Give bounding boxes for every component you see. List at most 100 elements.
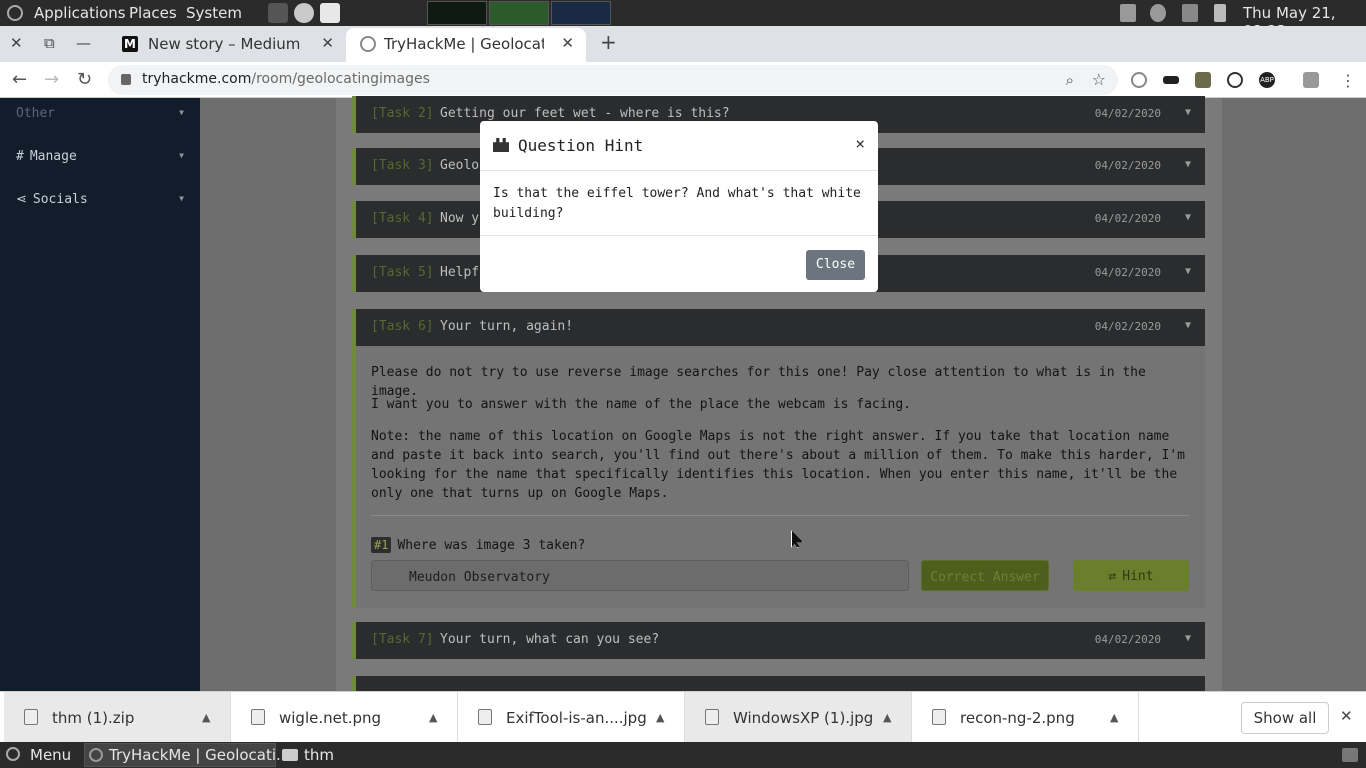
distro-logo-icon[interactable] [7, 5, 23, 21]
task-paragraph: I want you to answer with the name of th… [371, 397, 912, 412]
mask-extension-icon[interactable] [1163, 76, 1179, 84]
task-date: 04/02/2020 [1094, 212, 1161, 225]
close-window-icon[interactable]: ✕ [10, 34, 23, 52]
answer-input[interactable]: Meudon Observatory [371, 560, 909, 591]
task-number: [Task 3] [371, 158, 434, 173]
task-title: Helpf [440, 265, 480, 280]
url-text[interactable]: tryhackme.com/room/geolocatingimages [142, 71, 430, 87]
file-icon [24, 709, 38, 725]
forward-icon[interactable]: → [44, 69, 59, 90]
zoom-icon[interactable]: ⌕ [1066, 71, 1074, 89]
download-item[interactable]: WindowsXP (1).jpg ▲ [685, 692, 912, 743]
network-signal-icon[interactable] [1182, 4, 1198, 22]
cast-extension-icon[interactable] [1303, 72, 1319, 88]
close-shelf-icon[interactable]: ✕ [1340, 707, 1353, 725]
chevron-up-icon[interactable]: ▲ [429, 711, 437, 724]
file-icon [478, 709, 492, 725]
room-sidebar: Other ▼ # Manage ▼ ⋖ Socials ▼ [0, 98, 200, 691]
address-bar-row: ← → ↻ tryhackme.com/room/geolocatingimag… [0, 62, 1366, 98]
chevron-down-icon: ▼ [1184, 212, 1191, 223]
task-number: [Task 7] [371, 632, 434, 647]
chevron-up-icon[interactable]: ▲ [656, 711, 664, 724]
tab-title: New story – Medium [148, 35, 301, 53]
text-editor-launcher-icon[interactable] [320, 3, 340, 23]
chevron-up-icon[interactable]: ▲ [1110, 711, 1118, 724]
system-menu[interactable]: System [186, 4, 242, 22]
task-date: 04/02/2020 [1094, 320, 1161, 333]
sidebar-item-manage[interactable]: # Manage ▼ [16, 149, 188, 164]
url-host: tryhackme.com [142, 71, 252, 87]
download-item[interactable]: recon-ng-2.png ▲ [912, 692, 1139, 743]
kebab-menu-icon[interactable]: ⋮ [1340, 71, 1356, 90]
download-filename: WindowsXP (1).jpg [733, 709, 874, 727]
wappalyzer-extension-icon[interactable] [1195, 72, 1211, 88]
user-extension-icon[interactable] [1227, 72, 1243, 88]
extension-icon[interactable] [1131, 72, 1147, 88]
tab-close-icon[interactable]: ✕ [561, 34, 574, 52]
chevron-down-icon: ▼ [179, 194, 184, 203]
task-number: [Task 4] [371, 211, 434, 226]
share-icon: ⋖ [16, 192, 27, 207]
modal-header: Question Hint × [480, 121, 878, 171]
download-filename: ExifTool-is-an....jpg [506, 709, 647, 727]
restore-window-icon[interactable]: ⧉ [44, 34, 55, 52]
taskbar-window-tryhackme[interactable]: TryHackMe | Geolocati... [84, 743, 290, 767]
bookmark-star-icon[interactable]: ☆ [1092, 70, 1106, 89]
chevron-up-icon[interactable]: ▲ [883, 711, 891, 724]
task-number: [Task 5] [371, 265, 434, 280]
close-button[interactable]: Close [806, 250, 865, 280]
sidebar-item-other[interactable]: Other ▼ [16, 106, 188, 121]
task-6-body: Please do not try to use reverse image s… [352, 346, 1205, 608]
tab-close-icon[interactable]: ✕ [321, 34, 334, 52]
menu-logo-icon[interactable] [6, 747, 20, 761]
tab-strip: ✕ ⧉ — M New story – Medium ✕ TryHackMe |… [0, 26, 1366, 62]
chevron-up-icon[interactable]: ▲ [202, 711, 210, 724]
bluetooth-icon[interactable] [1120, 4, 1136, 22]
task-header-partial[interactable] [352, 676, 1205, 691]
tab-tryhackme[interactable]: TryHackMe | Geolocating ✕ [346, 28, 586, 62]
task-number: [Task 6] [371, 319, 434, 334]
folder-icon [282, 749, 298, 761]
show-desktop-icon[interactable] [1342, 748, 1358, 762]
show-all-button[interactable]: Show all [1241, 702, 1329, 734]
download-shelf: thm (1).zip ▲ wigle.net.png ▲ ExifTool-i… [0, 691, 1366, 743]
minimize-window-icon[interactable]: — [76, 34, 91, 52]
tab-title: TryHackMe | Geolocating [384, 35, 544, 53]
adblock-plus-icon[interactable]: ABP [1259, 72, 1275, 88]
correct-answer-button[interactable]: Correct Answer [921, 560, 1049, 591]
volume-icon[interactable] [1150, 4, 1166, 22]
applications-menu[interactable]: Applications [34, 4, 126, 22]
hint-button[interactable]: ⇄ Hint [1073, 560, 1189, 591]
hint-icon: ⇄ [1108, 569, 1117, 584]
sidebar-item-socials[interactable]: ⋖ Socials ▼ [16, 192, 188, 207]
task-header-7[interactable]: [Task 7] Your turn, what can you see? 04… [352, 622, 1205, 659]
question-hint-modal: Question Hint × Is that the eiffel tower… [480, 121, 878, 292]
terminal-launcher-icon[interactable] [268, 3, 288, 23]
task-paragraph: Note: the name of this location on Googl… [371, 429, 1185, 501]
reload-icon[interactable]: ↻ [77, 69, 92, 90]
browser-icon [89, 748, 103, 762]
task-header-6[interactable]: [Task 6] Your turn, again! 04/02/2020 ▼ [352, 309, 1205, 346]
modal-title: Question Hint [518, 136, 644, 155]
menu-button[interactable]: Menu [30, 746, 71, 764]
battery-icon[interactable] [1214, 4, 1226, 22]
browser-launcher-icon[interactable] [294, 3, 314, 23]
task-title: Your turn, again! [440, 319, 574, 334]
download-item[interactable]: wigle.net.png ▲ [231, 692, 458, 743]
new-tab-icon[interactable]: + [600, 30, 617, 54]
download-item[interactable]: ExifTool-is-an....jpg ▲ [458, 692, 685, 743]
tab-medium[interactable]: M New story – Medium ✕ [108, 28, 346, 62]
task-title: Your turn, what can you see? [440, 632, 660, 647]
file-icon [705, 709, 719, 725]
places-menu[interactable]: Places [129, 4, 177, 22]
back-icon[interactable]: ← [12, 69, 27, 90]
tryhackme-icon [360, 36, 376, 52]
omnibox[interactable]: tryhackme.com/room/geolocatingimages ⌕ ☆ [108, 65, 1118, 95]
modal-close-icon[interactable]: × [855, 134, 865, 153]
taskbar-window-label: TryHackMe | Geolocati... [109, 746, 291, 764]
sidebar-item-label: Other [16, 106, 56, 121]
question-number-badge: #1 [371, 537, 392, 553]
task-title: Getting our feet wet - where is this? [440, 106, 730, 121]
taskbar-window-thm[interactable]: thm [304, 746, 334, 764]
download-item[interactable]: thm (1).zip ▲ [4, 692, 231, 743]
